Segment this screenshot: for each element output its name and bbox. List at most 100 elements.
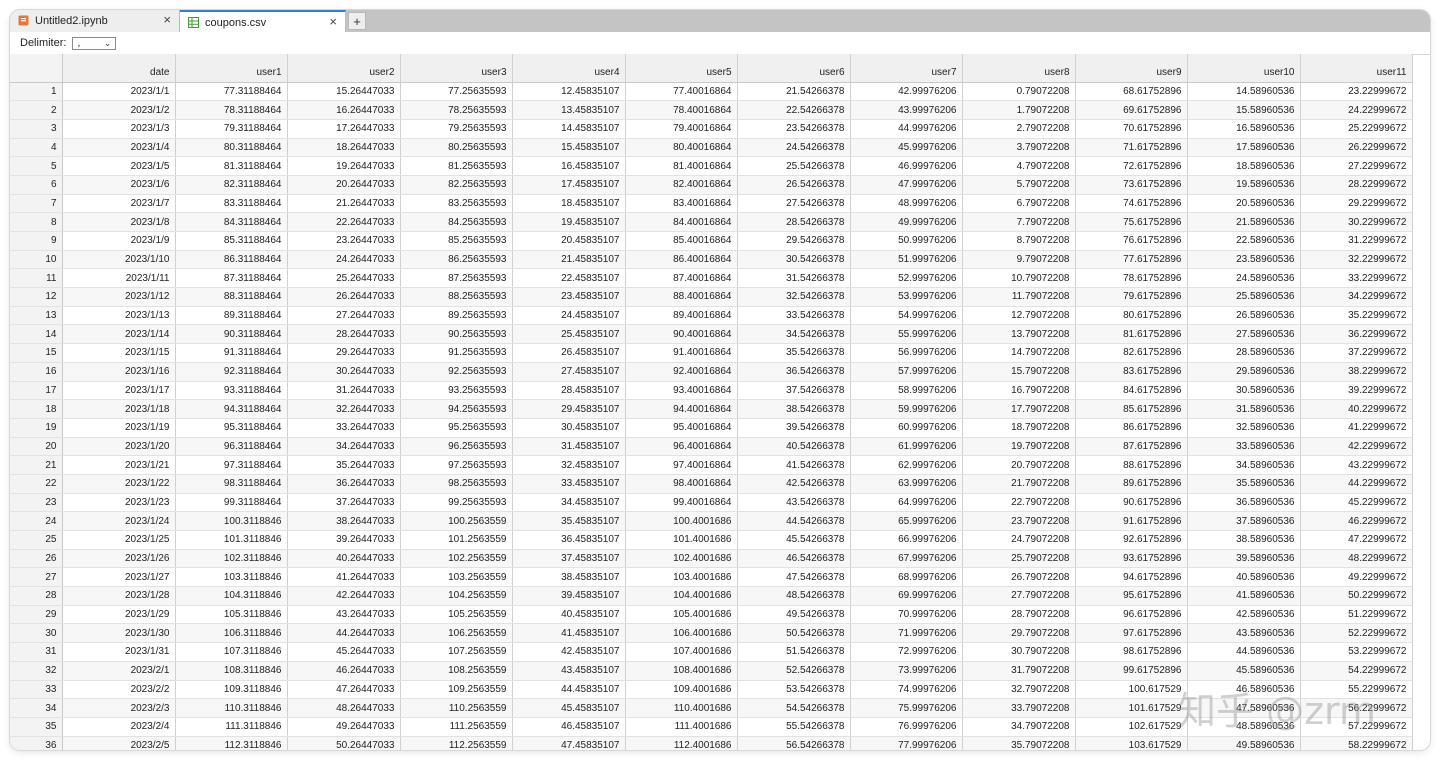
table-cell[interactable]: 44.58960536 [1187,642,1301,662]
table-cell[interactable]: 23.26447033 [287,231,401,251]
table-cell[interactable]: 2023/1/15 [62,343,176,363]
row-number[interactable]: 25 [10,530,63,550]
table-cell[interactable]: 98.61752896 [1075,642,1188,662]
table-cell[interactable]: 105.2563559 [400,605,513,625]
table-cell[interactable]: 52.22999672 [1300,623,1413,644]
table-cell[interactable]: 2023/1/18 [62,399,176,419]
table-cell[interactable]: 105.3118846 [175,605,288,625]
table-cell[interactable]: 2023/1/31 [62,642,176,662]
table-cell[interactable]: 107.2563559 [400,642,513,662]
table-cell[interactable]: 10.79072208 [962,268,1076,289]
table-cell[interactable]: 2023/1/10 [62,250,176,270]
table-cell[interactable]: 16.45835107 [512,156,626,176]
table-cell[interactable]: 38.58960536 [1187,530,1301,550]
table-cell[interactable]: 112.4001686 [625,736,738,750]
row-number[interactable]: 34 [10,698,63,718]
table-cell[interactable]: 39.54266378 [737,418,851,438]
table-cell[interactable]: 27.45835107 [512,362,626,382]
table-cell[interactable]: 33.54266378 [737,306,851,326]
column-header-user5[interactable]: user5 [625,54,738,83]
column-header-user2[interactable]: user2 [287,54,401,83]
table-cell[interactable]: 40.26447033 [287,549,401,569]
close-icon[interactable]: × [163,13,171,27]
table-cell[interactable]: 78.61752896 [1075,268,1188,289]
table-cell[interactable]: 40.58960536 [1187,567,1301,588]
table-cell[interactable]: 104.4001686 [625,586,738,606]
table-cell[interactable]: 27.79072208 [962,586,1076,606]
column-header-user11[interactable]: user11 [1300,54,1413,83]
table-cell[interactable]: 103.2563559 [400,567,513,588]
table-cell[interactable]: 92.31188464 [175,362,288,382]
table-cell[interactable]: 85.61752896 [1075,399,1188,419]
table-cell[interactable]: 99.31188464 [175,493,288,513]
table-cell[interactable]: 12.79072208 [962,306,1076,326]
table-cell[interactable]: 83.25635593 [400,194,513,214]
table-cell[interactable]: 29.45835107 [512,399,626,419]
table-cell[interactable]: 2023/1/26 [62,549,176,569]
table-cell[interactable]: 30.22999672 [1300,212,1413,232]
table-cell[interactable]: 2023/2/1 [62,661,176,681]
table-cell[interactable]: 17.58960536 [1187,138,1301,158]
add-tab-button[interactable]: + [348,12,366,30]
table-cell[interactable]: 35.58960536 [1187,474,1301,494]
row-number[interactable]: 21 [10,455,63,475]
table-cell[interactable]: 36.54266378 [737,362,851,382]
table-cell[interactable]: 53.99976206 [850,287,963,307]
table-cell[interactable]: 25.45835107 [512,324,626,345]
table-cell[interactable]: 19.45835107 [512,212,626,232]
table-cell[interactable]: 20.45835107 [512,231,626,251]
table-cell[interactable]: 22.45835107 [512,268,626,289]
table-cell[interactable]: 26.26447033 [287,287,401,307]
table-cell[interactable]: 94.25635593 [400,399,513,419]
table-cell[interactable]: 15.45835107 [512,138,626,158]
table-cell[interactable]: 37.22999672 [1300,343,1413,363]
table-cell[interactable]: 14.79072208 [962,343,1076,363]
table-cell[interactable]: 52.54266378 [737,661,851,681]
table-cell[interactable]: 49.22999672 [1300,567,1413,588]
table-cell[interactable]: 26.22999672 [1300,138,1413,158]
table-cell[interactable]: 37.26447033 [287,493,401,513]
table-cell[interactable]: 31.58960536 [1187,399,1301,419]
table-cell[interactable]: 61.99976206 [850,437,963,457]
table-cell[interactable]: 106.2563559 [400,623,513,644]
table-cell[interactable]: 2023/2/3 [62,698,176,718]
table-cell[interactable]: 28.22999672 [1300,175,1413,195]
row-number[interactable]: 10 [10,250,63,270]
table-cell[interactable]: 33.45835107 [512,474,626,494]
table-cell[interactable]: 102.2563559 [400,549,513,569]
table-cell[interactable]: 77.31188464 [175,82,288,102]
table-cell[interactable]: 2023/1/5 [62,156,176,176]
table-cell[interactable]: 42.26447033 [287,586,401,606]
row-number[interactable]: 29 [10,605,63,625]
table-cell[interactable]: 2023/1/8 [62,212,176,232]
table-cell[interactable]: 54.99976206 [850,306,963,326]
table-cell[interactable]: 69.61752896 [1075,100,1188,120]
column-header-user1[interactable]: user1 [175,54,288,83]
table-cell[interactable]: 25.22999672 [1300,119,1413,139]
table-cell[interactable]: 84.61752896 [1075,381,1188,401]
table-cell[interactable]: 51.99976206 [850,250,963,270]
table-cell[interactable]: 39.58960536 [1187,549,1301,569]
table-cell[interactable]: 86.25635593 [400,250,513,270]
table-cell[interactable]: 2023/1/30 [62,623,176,644]
table-cell[interactable]: 21.54266378 [737,82,851,102]
table-cell[interactable]: 92.25635593 [400,362,513,382]
row-number[interactable]: 18 [10,399,63,419]
table-cell[interactable]: 57.22999672 [1300,717,1413,737]
table-cell[interactable]: 81.40016864 [625,156,738,176]
table-cell[interactable]: 109.3118846 [175,680,288,700]
row-number[interactable]: 8 [10,212,63,232]
table-cell[interactable]: 45.58960536 [1187,661,1301,681]
table-cell[interactable]: 57.99976206 [850,362,963,382]
table-cell[interactable]: 97.31188464 [175,455,288,475]
table-cell[interactable]: 109.4001686 [625,680,738,700]
table-cell[interactable]: 89.40016864 [625,306,738,326]
table-cell[interactable]: 2023/1/27 [62,567,176,588]
row-number[interactable]: 14 [10,324,63,345]
table-cell[interactable]: 84.40016864 [625,212,738,232]
table-cell[interactable]: 94.61752896 [1075,567,1188,588]
table-cell[interactable]: 76.99976206 [850,717,963,737]
table-cell[interactable]: 36.45835107 [512,530,626,550]
row-number[interactable]: 24 [10,511,63,531]
table-cell[interactable]: 2023/1/24 [62,511,176,531]
